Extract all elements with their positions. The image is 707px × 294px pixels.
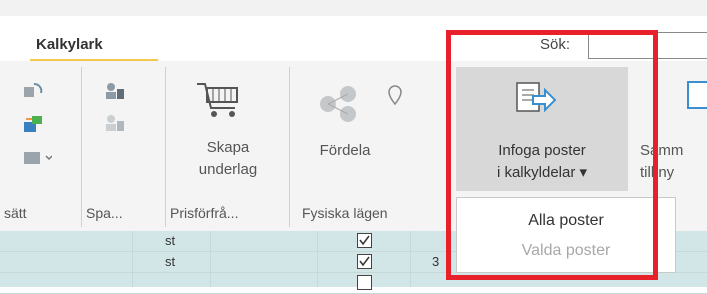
skapa-underlag-button[interactable]: Skapa underlag bbox=[178, 137, 278, 181]
column-divider bbox=[410, 231, 411, 287]
value-cell: 3 bbox=[432, 254, 440, 269]
group-label-fysiska-lagen: Fysiska lägen bbox=[302, 205, 388, 221]
row-checkbox[interactable] bbox=[357, 254, 372, 269]
user-lock-icon[interactable] bbox=[104, 81, 126, 101]
unit-cell: st bbox=[165, 254, 176, 269]
ribbon-separator bbox=[165, 67, 166, 227]
highlight-annotation bbox=[446, 30, 658, 280]
ribbon-separator bbox=[81, 67, 82, 227]
distribute-icon[interactable] bbox=[318, 84, 362, 124]
window-top-strip bbox=[0, 0, 707, 16]
group-label-spa: Spa... bbox=[86, 205, 123, 221]
move-items-icon[interactable] bbox=[22, 147, 52, 169]
unit-cell: st bbox=[165, 233, 176, 248]
group-label-prisforfragan: Prisförfrå... bbox=[170, 205, 239, 221]
fordela-button[interactable]: Fördela bbox=[310, 140, 380, 162]
tab-kalkylark[interactable]: Kalkylark bbox=[36, 36, 103, 53]
summarize-icon[interactable] bbox=[680, 80, 707, 120]
column-divider bbox=[210, 231, 211, 287]
column-divider bbox=[317, 231, 318, 287]
location-pin-icon[interactable] bbox=[386, 84, 404, 108]
group-label-satt: sätt bbox=[4, 205, 27, 221]
refresh-items-icon[interactable] bbox=[22, 81, 44, 101]
row-checkbox[interactable] bbox=[357, 275, 372, 290]
ribbon-separator bbox=[289, 67, 290, 227]
import-items-icon[interactable] bbox=[22, 113, 46, 135]
row-checkbox[interactable] bbox=[357, 233, 372, 248]
column-divider bbox=[132, 231, 133, 287]
user-lock-icon-disabled bbox=[106, 115, 124, 131]
shopping-cart-icon[interactable] bbox=[195, 79, 243, 121]
